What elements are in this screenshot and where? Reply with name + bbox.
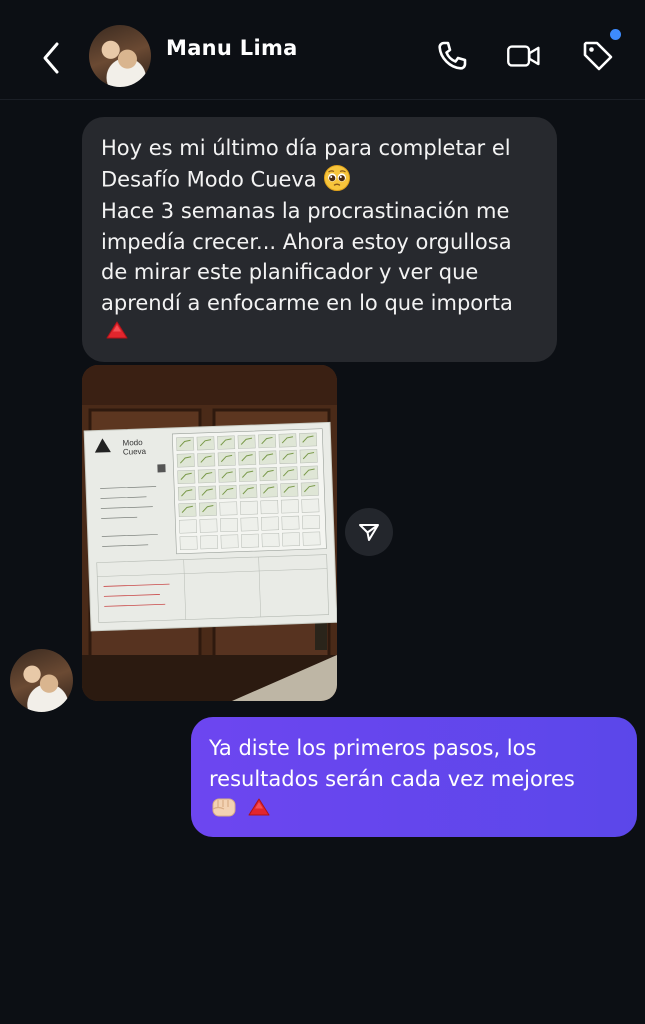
chat-header: Manu Lima: [0, 0, 645, 100]
message-line: resultados serán cada vez mejores: [209, 766, 575, 791]
notification-dot: [610, 29, 621, 40]
message-line: impedía crecer... Ahora estoy orgullosa: [101, 229, 512, 254]
message-line: Hoy es mi último día para completar el: [101, 136, 511, 160]
incoming-photo-message[interactable]: Modo Cueva: [82, 365, 337, 701]
svg-text:Cueva: Cueva: [123, 447, 147, 457]
message-line: Hace 3 semanas la procrastinación me: [101, 199, 510, 223]
message-line: [209, 794, 623, 829]
share-photo-button[interactable]: [345, 508, 393, 556]
red-triangle-icon: [246, 796, 272, 827]
video-camera-icon: [507, 45, 540, 67]
message-line: Desafío Modo Cueva: [101, 164, 539, 197]
message-line: aprendí a enfocarme en lo que importa: [101, 290, 513, 315]
planner-photo: Modo Cueva: [82, 365, 337, 701]
message-line: [101, 318, 539, 349]
incoming-message-bubble[interactable]: Hoy es mi último día para completar el D…: [82, 117, 557, 362]
outgoing-message-bubble[interactable]: Ya diste los primeros pasos, los resulta…: [191, 717, 637, 837]
chevron-left-icon: [43, 42, 59, 74]
back-button[interactable]: [36, 38, 66, 78]
message-line: de mirar este planificador y ver que: [101, 260, 479, 284]
red-triangle-icon: [101, 319, 130, 350]
send-icon: [359, 524, 379, 541]
sender-avatar[interactable]: [10, 649, 73, 712]
tag-button[interactable]: [580, 38, 616, 74]
message-line: Ya diste los primeros pasos, los: [209, 736, 537, 760]
phone-icon: [438, 41, 467, 70]
contact-name[interactable]: Manu Lima: [166, 36, 298, 60]
contact-avatar[interactable]: [89, 25, 151, 87]
tag-icon: [583, 41, 613, 71]
fist-emoji: [209, 794, 239, 829]
video-call-button[interactable]: [506, 38, 542, 74]
voice-call-button[interactable]: [434, 38, 470, 74]
pleading-face-emoji: [323, 164, 351, 197]
